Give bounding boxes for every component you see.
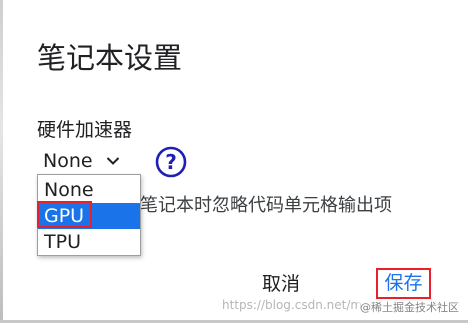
window-edge-left xyxy=(0,0,3,323)
dialog-title: 笔记本设置 xyxy=(37,41,183,75)
watermark-url: https://blog.csdn.net/m xyxy=(222,298,363,312)
notebook-settings-dialog: 笔记本设置 硬件加速器 None ? 笔记本时忽略代码单元格输出项 None G… xyxy=(0,0,468,323)
hardware-accelerator-label: 硬件加速器 xyxy=(37,119,133,141)
help-icon[interactable]: ? xyxy=(155,146,187,178)
omit-output-text: 笔记本时忽略代码单元格输出项 xyxy=(140,195,392,216)
option-none[interactable]: None xyxy=(38,177,140,203)
chevron-down-icon xyxy=(106,157,119,165)
option-gpu[interactable]: GPU xyxy=(38,203,140,229)
select-current-value: None xyxy=(43,150,93,172)
accelerator-dropdown-list: None GPU TPU xyxy=(37,174,141,256)
option-tpu[interactable]: TPU xyxy=(38,229,140,255)
watermark-site: @稀土掘金技术社区 xyxy=(358,300,461,316)
save-button[interactable]: 保存 xyxy=(376,268,431,299)
cancel-button[interactable]: 取消 xyxy=(262,270,300,298)
hardware-accelerator-select[interactable]: None xyxy=(43,148,120,174)
svg-text:?: ? xyxy=(165,150,177,174)
